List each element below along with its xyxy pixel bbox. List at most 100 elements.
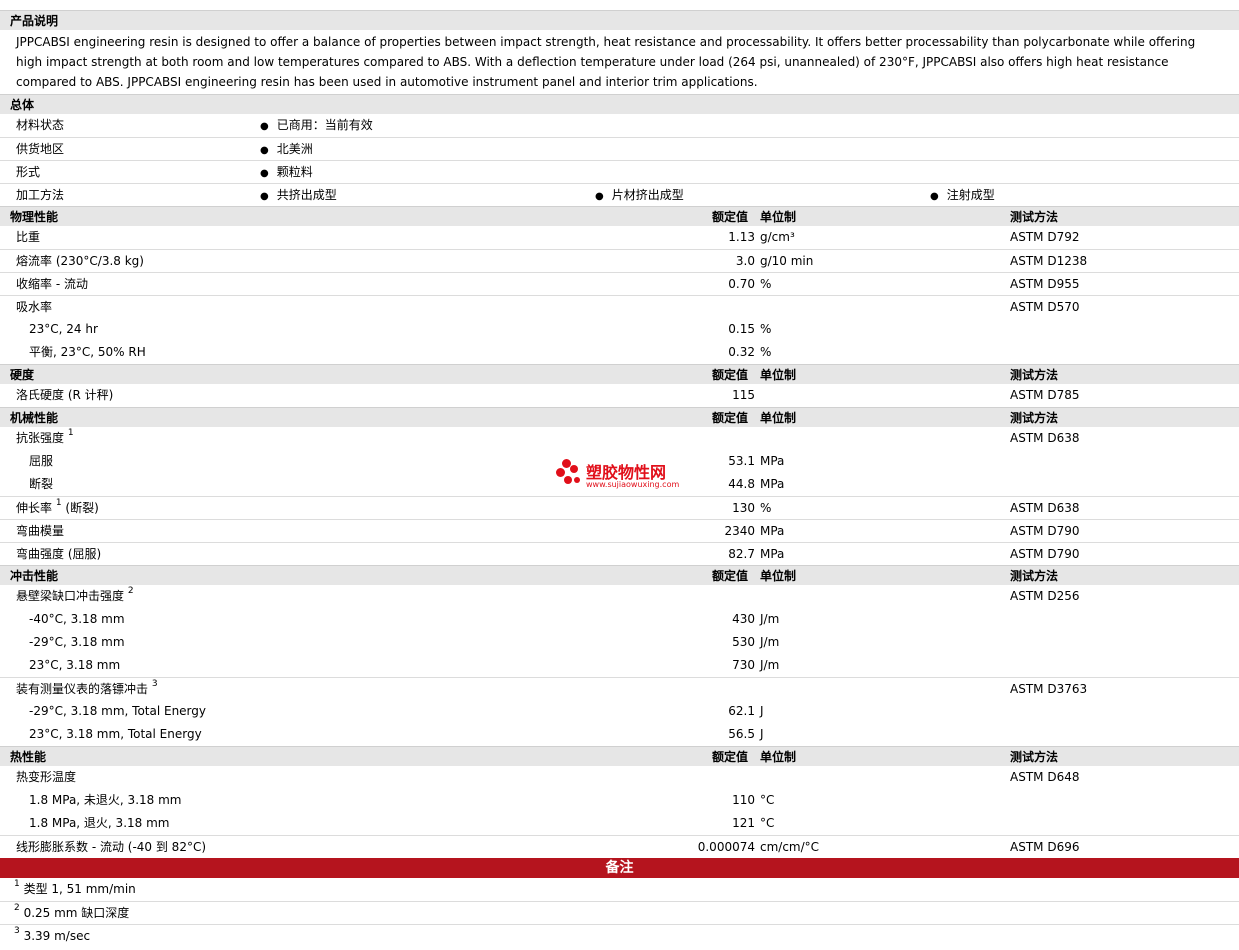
row-value: 430 [732,612,755,626]
process-value-2: 片材挤出成型 [595,184,684,208]
table-row: 洛氏硬度 (R 计秤) 115 ASTM D785 [0,384,1239,407]
section-header-text: 额定值 [712,750,749,764]
table-row: 熔流率 (230°C/3.8 kg) 3.0 g/10 min ASTM D1238 [0,249,1239,272]
section-header-text: 硬度 [10,368,35,382]
general-row-region: 供货地区 北美洲 [0,137,1239,160]
row-method: ASTM D570 [1010,300,1080,314]
row-value: 44.8 [728,477,755,491]
row-label: 悬壁梁缺口冲击强度 2 [16,585,134,608]
row-label-text: 装有测量仪表的落镖冲击 [16,682,149,696]
row-value: 730 [732,658,755,672]
table-row: 比重 1.13 g/cm³ ASTM D792 [0,226,1239,249]
row-label: -29°C, 3.18 mm [29,631,125,654]
row-value: 53.1 [728,454,755,468]
table-row: -29°C, 3.18 mm, Total Energy 62.1 J [0,700,1239,723]
row-unit: MPa [760,477,785,491]
row-label: 吸水率 [16,296,52,319]
row-label-text: 洛氏硬度 (R 计秤) [16,388,114,402]
row-label-text: -29°C, 3.18 mm [29,635,125,649]
note-text: 类型 1, 51 mm/min [23,882,136,896]
row-value: 0.70 [728,277,755,291]
section-header-text: 测试方法 [1010,210,1059,224]
general-row-status: 材料状态 已商用：当前有效 [0,114,1239,137]
row-unit: g/cm³ [760,230,795,244]
row-label-text: 弯曲强度 (屈服) [16,547,102,561]
row-unit: MPa [760,547,785,561]
row-label: 1.8 MPa, 未退火, 3.18 mm [29,789,181,812]
table-row: 23°C, 24 hr 0.15% [0,318,1239,341]
section-header-text: 单位制 [760,210,797,224]
row-unit: J [760,704,764,718]
row-unit: % [760,277,772,291]
note-item: 1 类型 1, 51 mm/min [0,878,1239,901]
row-label: 洛氏硬度 (R 计秤) [16,384,113,407]
section-header-text: 额定值 [712,368,749,382]
row-label-text: 热变形温度 [16,770,77,784]
row-unit: J/m [760,612,780,626]
row-label: 收缩率 - 流动 [16,273,88,296]
row-label-text: 吸水率 [16,300,53,314]
row-label-text: 熔流率 (230°C/3.8 kg) [16,254,144,268]
impact-header: 冲击性能 额定值 单位制 测试方法 [0,565,1239,585]
hardness-header: 硬度 额定值 单位制 测试方法 [0,364,1239,384]
row-label: -40°C, 3.18 mm [29,608,125,631]
row-label-text: 1.8 MPa, 退火, 3.18 mm [29,816,170,830]
row-unit: J/m [760,658,780,672]
table-row: 收缩率 - 流动 0.70% ASTM D955 [0,272,1239,295]
row-label: 弯曲强度 (屈服) [16,543,101,566]
row-unit: J/m [760,635,780,649]
row-label-text: 弯曲模量 [16,524,65,538]
section-header-text: 额定值 [712,411,749,425]
process-label: 加工方法 [16,188,65,202]
row-label-text: 1.8 MPa, 未退火, 3.18 mm [29,793,182,807]
row-label: 熔流率 (230°C/3.8 kg) [16,250,144,273]
datasheet: 产品说明 JPPCABSI engineering resin is desig… [0,0,1239,947]
note-number: 1 [14,879,20,889]
row-value: 115 [732,388,755,402]
row-label-text: 23°C, 24 hr [29,322,98,336]
section-header-text: 单位制 [760,368,797,382]
row-method: ASTM D955 [1010,277,1080,291]
row-unit: g/10 min [760,254,814,268]
section-header-text: 单位制 [760,750,797,764]
table-row: 1.8 MPa, 退火, 3.18 mm 121 °C [0,812,1239,835]
row-label: 屈服 [29,450,53,473]
row-unit: MPa [760,454,785,468]
table-row: 抗张强度 1 ASTM D638 [0,427,1239,450]
row-label: 23°C, 3.18 mm [29,654,120,677]
section-header-text: 机械性能 [10,411,59,425]
note-text: 0.25 mm 缺口深度 [23,906,130,920]
row-label: 23°C, 3.18 mm, Total Energy [29,723,202,746]
footnote-ref: 2 [127,586,134,596]
section-header-text: 额定值 [712,210,749,224]
row-method: ASTM D1238 [1010,254,1088,268]
process-value-1: 共挤出成型 [260,184,337,208]
footnote-ref: 1 [67,428,74,438]
row-method: ASTM D790 [1010,524,1080,538]
row-label-text: 平衡, 23°C, 50% RH [29,345,146,359]
row-label-text: 屈服 [29,454,54,468]
general-row-form: 形式 颗粒料 [0,160,1239,183]
section-header-text: 额定值 [712,569,749,583]
row-value: 110 [732,793,755,807]
process-value-3: 注射成型 [930,184,995,208]
note-number: 3 [14,926,20,936]
table-row: 线形膨胀系数 - 流动 (-40 到 82°C) 0.000074 cm/cm/°C… [0,835,1239,858]
row-value: 82.7 [728,547,755,561]
row-label-text: (断裂) [61,501,99,515]
section-header-text: 热性能 [10,750,47,764]
table-row: 悬壁梁缺口冲击强度 2 ASTM D256 [0,585,1239,608]
table-row: -29°C, 3.18 mm 530 J/m [0,631,1239,654]
row-label: 热变形温度 [16,766,76,789]
row-label: 平衡, 23°C, 50% RH [29,341,146,364]
section-header-text: 测试方法 [1010,569,1059,583]
row-value: 3.0 [735,254,755,268]
table-row: 1.8 MPa, 未退火, 3.18 mm 110 °C [0,789,1239,812]
thermal-header: 热性能 额定值 单位制 测试方法 [0,746,1239,766]
table-row: 装有测量仪表的落镖冲击 3 ASTM D3763 [0,677,1239,700]
row-label-text: 23°C, 3.18 mm [29,658,121,672]
section-header-text: 测试方法 [1010,411,1059,425]
section-header-text: 单位制 [760,569,797,583]
row-unit: MPa [760,524,785,538]
row-value: 56.5 [728,727,755,741]
